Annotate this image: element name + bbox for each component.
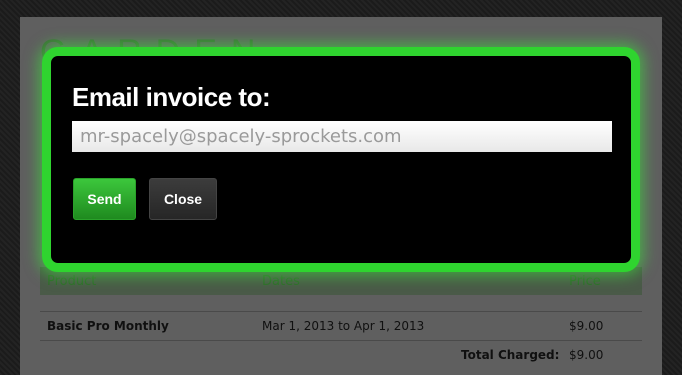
header-price: Price (569, 274, 601, 289)
row-price: $9.00 (569, 319, 604, 333)
header-product: Product (47, 274, 97, 289)
table-row: Basic Pro Monthly Mar 1, 2013 to Apr 1, … (40, 311, 642, 340)
email-input[interactable] (72, 121, 612, 152)
row-product: Basic Pro Monthly (47, 319, 169, 333)
total-value: $9.00 (569, 348, 604, 362)
header-dates: Dates (262, 274, 300, 289)
send-button[interactable]: Send (73, 178, 136, 220)
email-invoice-dialog: Email invoice to: Send Close (42, 47, 640, 272)
total-label: Total Charged: (461, 348, 560, 362)
total-row: Total Charged: $9.00 (40, 340, 642, 369)
close-button[interactable]: Close (149, 178, 217, 220)
row-dates: Mar 1, 2013 to Apr 1, 2013 (262, 319, 425, 333)
dialog-title: Email invoice to: (72, 82, 271, 112)
